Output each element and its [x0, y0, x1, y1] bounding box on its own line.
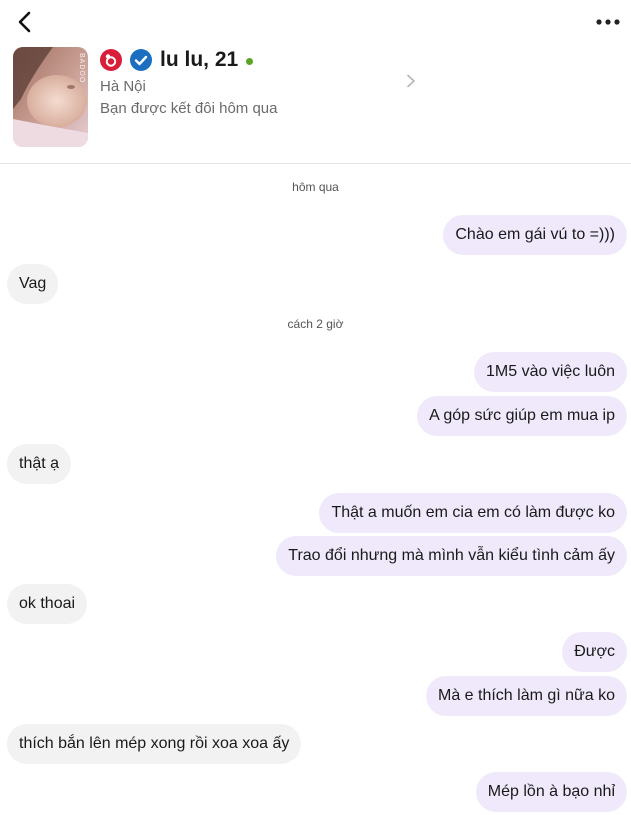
message-bubble-incoming[interactable]: ok thoai: [7, 584, 88, 624]
message-bubble-outgoing[interactable]: Trao đổi nhưng mà mình vẫn kiểu tình cảm…: [276, 536, 627, 576]
profile-city: Hà Nội: [100, 78, 146, 95]
profile-info: lu lu, 21 Hà Nội Bạn được kết đôi hôm qu…: [100, 46, 277, 117]
message-bubble-incoming[interactable]: thật ạ: [7, 444, 72, 484]
avatar[interactable]: BADOO: [13, 47, 88, 147]
profile-header[interactable]: BADOO lu lu, 21 Hà Nội Bạn được kết đôi …: [0, 44, 631, 164]
profile-photo: [13, 47, 88, 147]
timestamp: cách 2 giờ: [287, 317, 344, 331]
back-chevron-icon[interactable]: [14, 10, 38, 34]
message-bubble-outgoing[interactable]: Được: [562, 632, 627, 672]
message-bubble-incoming[interactable]: thích bắn lên mép xong rồi xoa xoa ấy: [7, 724, 302, 764]
message-bubble-outgoing[interactable]: Mép lồn à bạo nhỉ: [475, 772, 627, 812]
badoo-badge-icon: [100, 49, 122, 71]
message-bubble-outgoing[interactable]: A góp sức giúp em mua ip: [417, 396, 627, 436]
photo-watermark: BADOO: [78, 53, 85, 84]
message-bubble-outgoing[interactable]: Chào em gái vú to =))): [443, 215, 627, 255]
matched-text: Bạn được kết đôi hôm qua: [100, 100, 278, 117]
more-options-icon[interactable]: [595, 12, 621, 32]
message-bubble-outgoing[interactable]: Mà e thích làm gì nữa ko: [425, 676, 627, 716]
timestamp: hôm qua: [292, 180, 339, 194]
message-bubble-incoming[interactable]: Vag: [7, 264, 59, 304]
profile-name: lu lu, 21: [160, 48, 239, 71]
verified-check-icon: [130, 49, 152, 71]
message-bubble-outgoing[interactable]: 1M5 vào việc luôn: [474, 352, 627, 392]
chat-thread[interactable]: hôm qua Chào em gái vú to =))) Vag cách …: [0, 164, 631, 815]
chevron-right-icon[interactable]: [405, 74, 417, 88]
online-status-dot: [246, 57, 254, 65]
top-bar: [0, 0, 631, 44]
message-bubble-outgoing[interactable]: Thật a muốn em cia em có làm được ko: [319, 493, 627, 533]
name-row: lu lu, 21: [100, 46, 277, 74]
